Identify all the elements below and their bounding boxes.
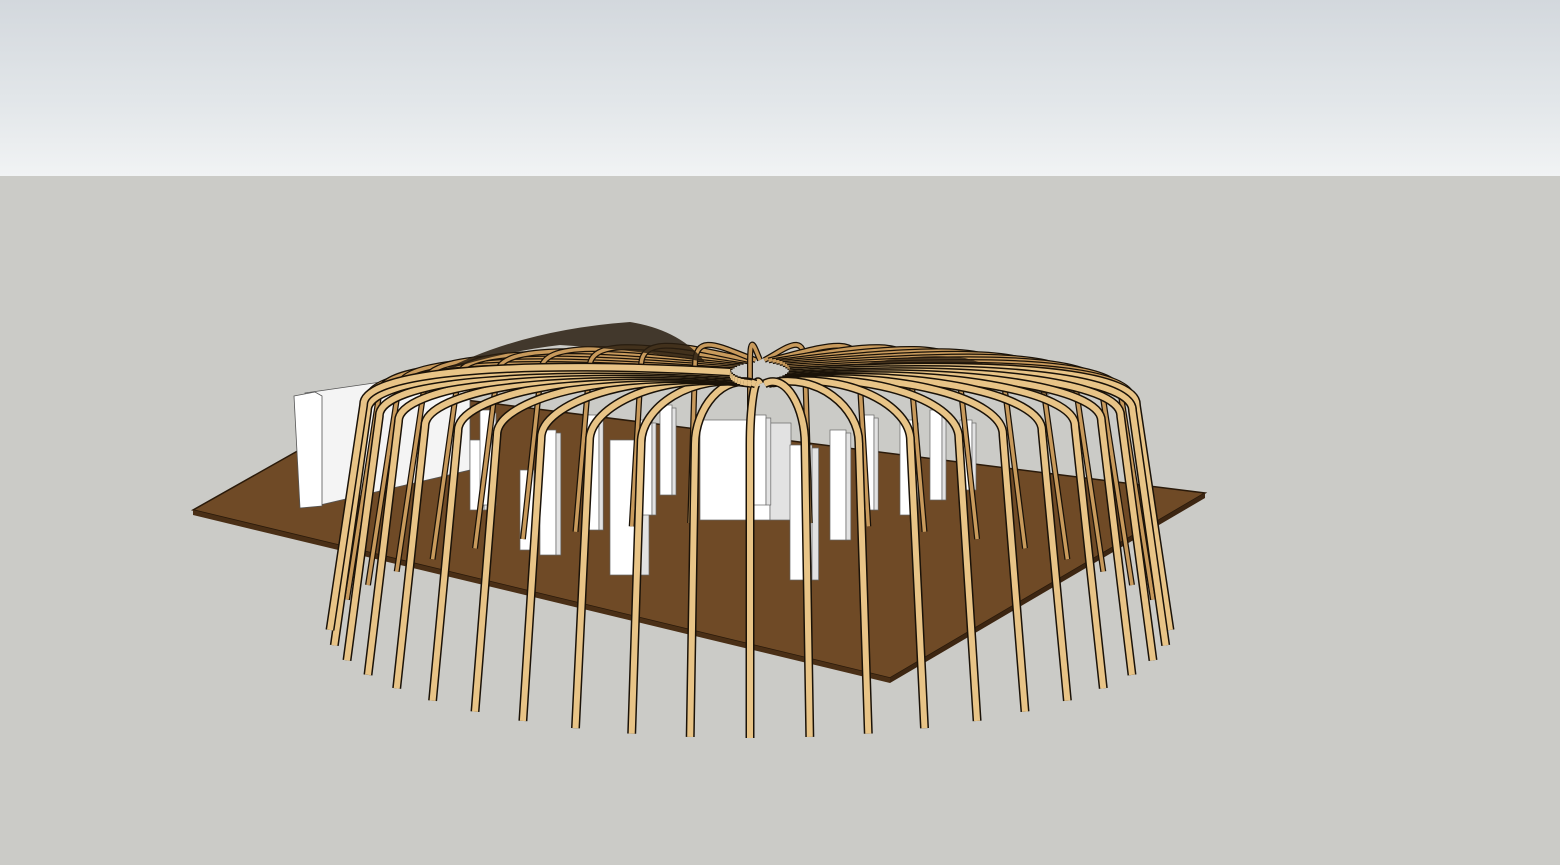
pavilion-model[interactable] xyxy=(0,0,1560,865)
modeling-viewport[interactable] xyxy=(0,0,1560,865)
interior-column xyxy=(659,404,677,496)
interior-column xyxy=(929,409,947,501)
interior-column xyxy=(829,429,852,541)
